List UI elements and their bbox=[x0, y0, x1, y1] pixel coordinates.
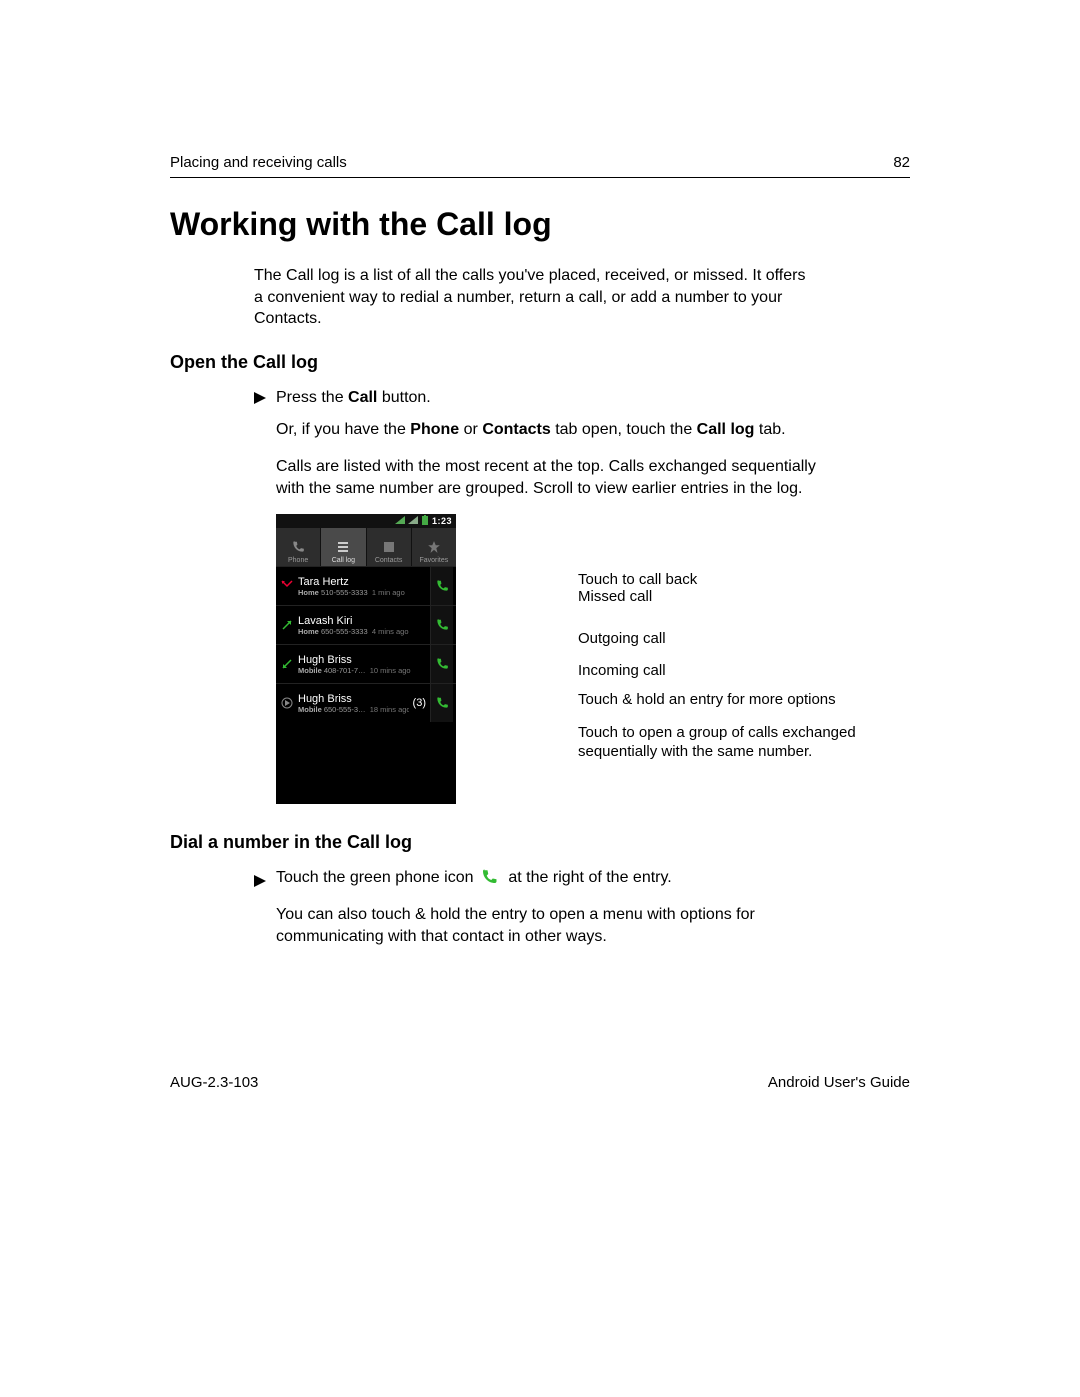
entry-meta: Mobile 408-701-7… 10 mins ago bbox=[298, 666, 430, 675]
section-title: Placing and receiving calls bbox=[170, 154, 347, 171]
step-open-1-text: Press the Call button. bbox=[276, 387, 910, 409]
text-fragment: Press the bbox=[276, 389, 348, 406]
page-footer: AUG-2.3-103 Android User's Guide bbox=[170, 1074, 910, 1091]
text-fragment: at the right of the entry. bbox=[508, 869, 671, 886]
entry-count: (3) bbox=[409, 697, 430, 709]
signal-icon bbox=[395, 516, 405, 526]
entry-info: Tara Hertz Home 510-555-3333 1 min ago bbox=[298, 576, 430, 597]
content-area: Placing and receiving calls 82 Working w… bbox=[170, 154, 910, 1397]
dial-button[interactable] bbox=[430, 684, 453, 722]
list-icon bbox=[336, 537, 350, 557]
tab-call-log[interactable]: Call log bbox=[321, 528, 366, 566]
bold-fragment: Contacts bbox=[482, 421, 550, 438]
tab-label: Call log bbox=[332, 557, 355, 564]
text-fragment: Touch the green phone icon bbox=[276, 869, 473, 886]
missed-call-icon bbox=[280, 580, 294, 592]
entry-info: Lavash Kiri Home 650-555-3333 4 mins ago bbox=[298, 615, 430, 636]
entry-name: Lavash Kiri bbox=[298, 615, 430, 627]
tab-favorites[interactable]: Favorites bbox=[412, 528, 456, 566]
status-bar: 1:23 bbox=[276, 514, 456, 528]
text-fragment: Or, if you have the bbox=[276, 421, 410, 438]
entry-name: Hugh Briss bbox=[298, 693, 409, 705]
callout-touch-call-back: Touch to call back bbox=[578, 571, 697, 590]
phone-screenshot: 1:23 Phone Call log bbox=[276, 514, 456, 804]
page-number: 82 bbox=[893, 154, 910, 171]
dial-button[interactable] bbox=[430, 606, 453, 644]
running-head: Placing and receiving calls 82 bbox=[170, 154, 910, 178]
star-icon bbox=[427, 537, 441, 557]
green-phone-icon bbox=[480, 868, 498, 893]
signal-icon bbox=[408, 516, 418, 526]
triangle-bullet-icon bbox=[254, 392, 276, 404]
entry-label: Home bbox=[298, 627, 319, 636]
callout-touch-hold: Touch & hold an entry for more options bbox=[578, 691, 836, 710]
callout-outgoing-call: Outgoing call bbox=[578, 630, 666, 649]
entry-label: Home bbox=[298, 588, 319, 597]
step-dial-1-text: Touch the green phone icon at the right … bbox=[276, 867, 910, 893]
contacts-icon bbox=[382, 537, 396, 557]
text-fragment: tab open, touch the bbox=[551, 421, 697, 438]
entry-time: 10 mins ago bbox=[370, 666, 411, 675]
bold-fragment: Phone bbox=[410, 421, 459, 438]
step-dial-1: Touch the green phone icon at the right … bbox=[254, 867, 910, 893]
entry-label: Mobile bbox=[298, 705, 322, 714]
text-fragment: button. bbox=[377, 389, 430, 406]
text-fragment: tab. bbox=[754, 421, 785, 438]
footer-doc-title: Android User's Guide bbox=[768, 1074, 910, 1091]
entry-number: 650-555-3… bbox=[324, 705, 366, 714]
dial-button[interactable] bbox=[430, 567, 453, 605]
tab-label: Favorites bbox=[419, 557, 448, 564]
entry-number: 510-555-3333 bbox=[321, 588, 368, 597]
call-log-entry[interactable]: Hugh Briss Mobile 650-555-3… 18 mins ago… bbox=[276, 683, 456, 722]
heading-open-call-log: Open the Call log bbox=[170, 352, 910, 373]
group-call-icon bbox=[280, 697, 294, 709]
dial-button[interactable] bbox=[430, 645, 453, 683]
dial-paragraph-2: You can also touch & hold the entry to o… bbox=[276, 904, 836, 949]
tab-label: Phone bbox=[288, 557, 308, 564]
entry-label: Mobile bbox=[298, 666, 322, 675]
phone-figure: 1:23 Phone Call log bbox=[276, 514, 910, 814]
tab-phone[interactable]: Phone bbox=[276, 528, 321, 566]
entry-time: 1 min ago bbox=[372, 588, 405, 597]
heading-dial-number: Dial a number in the Call log bbox=[170, 832, 910, 853]
entry-number: 408-701-7… bbox=[324, 666, 366, 675]
entry-name: Hugh Briss bbox=[298, 654, 430, 666]
entry-meta: Home 650-555-3333 4 mins ago bbox=[298, 627, 430, 636]
entry-info: Hugh Briss Mobile 650-555-3… 18 mins ago bbox=[298, 693, 409, 714]
status-time: 1:23 bbox=[432, 516, 452, 526]
call-log-entry[interactable]: Tara Hertz Home 510-555-3333 1 min ago bbox=[276, 566, 456, 605]
step-open-1: Press the Call button. bbox=[254, 387, 910, 409]
entry-info: Hugh Briss Mobile 408-701-7… 10 mins ago bbox=[298, 654, 430, 675]
bold-fragment: Call bbox=[348, 389, 377, 406]
triangle-bullet-icon bbox=[254, 875, 276, 887]
footer-doc-id: AUG-2.3-103 bbox=[170, 1074, 258, 1091]
text-fragment: or bbox=[459, 421, 482, 438]
callout-open-group: Touch to open a group of calls exchanged… bbox=[578, 724, 858, 762]
tab-bar: Phone Call log Contacts bbox=[276, 528, 456, 566]
incoming-call-icon bbox=[280, 658, 294, 670]
callout-incoming-call: Incoming call bbox=[578, 662, 666, 681]
entry-meta: Home 510-555-3333 1 min ago bbox=[298, 588, 430, 597]
tab-label: Contacts bbox=[375, 557, 403, 564]
intro-paragraph: The Call log is a list of all the calls … bbox=[254, 265, 809, 330]
outgoing-call-icon bbox=[280, 619, 294, 631]
entry-name: Tara Hertz bbox=[298, 576, 430, 588]
entry-time: 18 mins ago bbox=[370, 705, 409, 714]
tab-contacts[interactable]: Contacts bbox=[367, 528, 412, 566]
bold-fragment: Call log bbox=[697, 421, 755, 438]
entry-meta: Mobile 650-555-3… 18 mins ago bbox=[298, 705, 409, 714]
open-paragraph-2: Or, if you have the Phone or Contacts ta… bbox=[276, 419, 836, 441]
entry-time: 4 mins ago bbox=[372, 627, 409, 636]
call-log-entry[interactable]: Lavash Kiri Home 650-555-3333 4 mins ago bbox=[276, 605, 456, 644]
page-title: Working with the Call log bbox=[170, 206, 910, 243]
callout-missed-call: Missed call bbox=[578, 588, 652, 607]
open-paragraph-3: Calls are listed with the most recent at… bbox=[276, 456, 836, 501]
call-log-entry[interactable]: Hugh Briss Mobile 408-701-7… 10 mins ago bbox=[276, 644, 456, 683]
battery-icon bbox=[421, 515, 429, 527]
page: Placing and receiving calls 82 Working w… bbox=[0, 0, 1080, 1397]
entry-number: 650-555-3333 bbox=[321, 627, 368, 636]
phone-icon bbox=[291, 537, 305, 557]
